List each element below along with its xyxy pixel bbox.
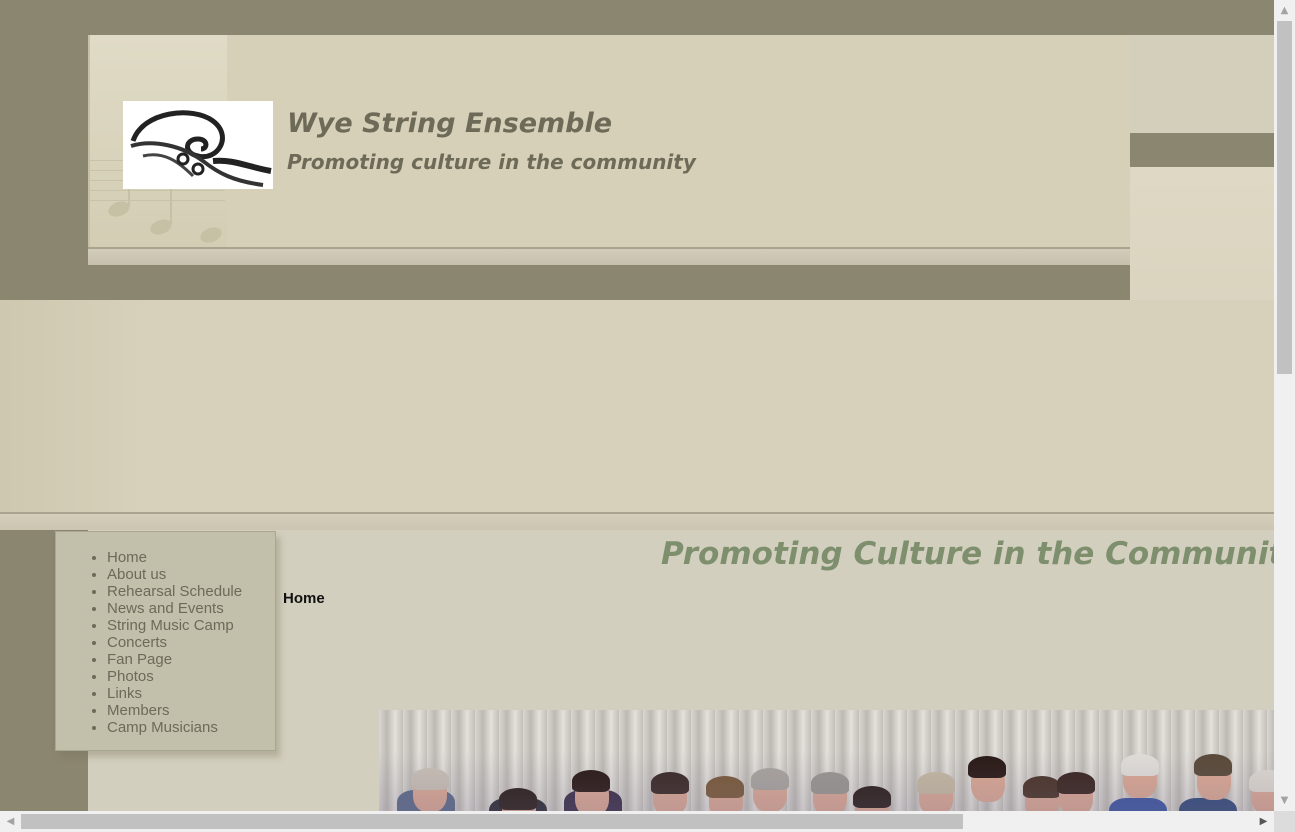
- nav-item-string-music-camp: String Music Camp: [107, 617, 242, 634]
- nav-link-news-and-events[interactable]: News and Events: [107, 600, 224, 617]
- ensemble-group-photo: [379, 710, 1274, 811]
- nav-item-rehearsal-schedule: Rehearsal Schedule: [107, 583, 242, 600]
- scroll-down-arrow-icon[interactable]: ▼: [1274, 792, 1295, 809]
- banner-band: [0, 514, 1274, 530]
- scrollbar-corner: [1274, 811, 1295, 832]
- vertical-scroll-thumb[interactable]: [1277, 21, 1292, 374]
- nav-item-photos: Photos: [107, 668, 242, 685]
- mid-decor-strip: [0, 265, 1130, 300]
- nav-item-camp-musicians: Camp Musicians: [107, 719, 242, 736]
- right-decor-strip: [1130, 133, 1274, 167]
- scroll-left-arrow-icon[interactable]: ◀: [2, 811, 19, 832]
- nav-link-string-music-camp[interactable]: String Music Camp: [107, 617, 234, 634]
- photo-shade: [379, 710, 1274, 811]
- violin-scroll-icon: [130, 110, 272, 187]
- nav-link-home[interactable]: Home: [107, 549, 147, 566]
- nav-list: Home About us Rehearsal Schedule News an…: [107, 549, 242, 736]
- nav-link-rehearsal-schedule[interactable]: Rehearsal Schedule: [107, 583, 242, 600]
- horizontal-scroll-thumb[interactable]: [21, 814, 963, 829]
- scroll-right-arrow-icon[interactable]: ▶: [1255, 811, 1272, 832]
- banner-area: [0, 300, 1274, 512]
- scroll-up-arrow-icon[interactable]: ▲: [1274, 2, 1295, 19]
- nav-link-links[interactable]: Links: [107, 685, 142, 702]
- nav-item-fan-page: Fan Page: [107, 651, 242, 668]
- nav-link-camp-musicians[interactable]: Camp Musicians: [107, 719, 218, 736]
- page: Wye String Ensemble Promoting culture in…: [0, 0, 1274, 811]
- nav-link-photos[interactable]: Photos: [107, 668, 154, 685]
- breadcrumb: Home: [283, 590, 325, 607]
- left-decor-strip: [0, 0, 88, 265]
- nav-item-news-and-events: News and Events: [107, 600, 242, 617]
- nav-item-home: Home: [107, 549, 242, 566]
- banner-music-decoration: [0, 300, 150, 512]
- horizontal-scrollbar[interactable]: ◀ ▶: [0, 811, 1274, 832]
- site-slogan: Promoting culture in the community: [287, 150, 696, 174]
- staff-line: [90, 200, 225, 201]
- page-heading: Promoting Culture in the Community: [661, 536, 1274, 572]
- nav-link-concerts[interactable]: Concerts: [107, 634, 167, 651]
- top-decor-strip: [0, 0, 1274, 35]
- site-logo[interactable]: [123, 101, 273, 189]
- main-nav: Home About us Rehearsal Schedule News an…: [55, 531, 276, 751]
- nav-item-about-us: About us: [107, 566, 242, 583]
- staff-line: [90, 190, 225, 191]
- nav-item-links: Links: [107, 685, 242, 702]
- nav-link-members[interactable]: Members: [107, 702, 170, 719]
- nav-link-fan-page[interactable]: Fan Page: [107, 651, 172, 668]
- nav-item-concerts: Concerts: [107, 634, 242, 651]
- vertical-scrollbar[interactable]: ▲ ▼: [1274, 0, 1295, 811]
- site-title[interactable]: Wye String Ensemble: [287, 108, 612, 139]
- nav-link-about-us[interactable]: About us: [107, 566, 166, 583]
- header-band: [88, 249, 1130, 265]
- nav-item-members: Members: [107, 702, 242, 719]
